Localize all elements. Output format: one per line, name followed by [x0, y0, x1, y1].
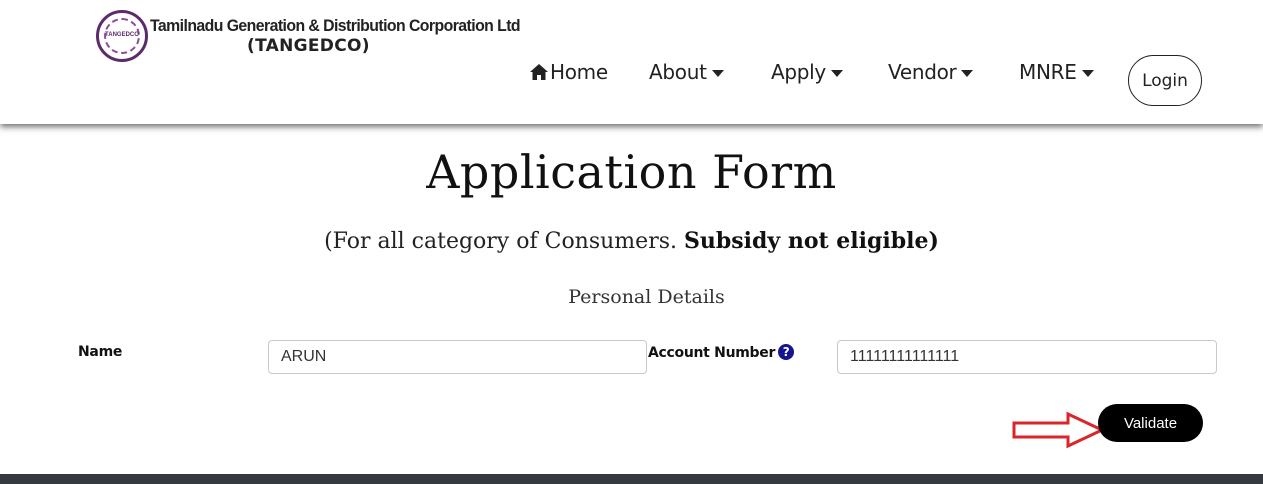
help-icon[interactable]: ? — [778, 344, 795, 360]
subtitle-bold-text: Subsidy not eligible) — [683, 228, 939, 254]
tangedco-logo[interactable]: TANGEDCO — [96, 10, 148, 62]
account-number-input[interactable] — [837, 340, 1217, 374]
footer — [0, 474, 1263, 484]
navbar: TANGEDCO Tamilnadu Generation & Distribu… — [0, 0, 1263, 124]
nav-apply-label: Apply — [771, 60, 826, 84]
red-arrow-icon — [1012, 411, 1106, 449]
account-number-label-text: Account Number — [648, 345, 776, 361]
chevron-down-icon — [961, 70, 974, 77]
nav-mnre-label: MNRE — [1019, 60, 1077, 84]
nav-apply[interactable]: Apply — [771, 60, 843, 84]
page-subtitle: (For all category of Consumers. Subsidy … — [0, 228, 1263, 254]
chevron-down-icon — [830, 70, 843, 77]
nav-mnre[interactable]: MNRE — [1019, 60, 1094, 84]
nav-vendor[interactable]: Vendor — [888, 60, 974, 84]
chevron-down-icon — [1081, 70, 1094, 77]
name-input[interactable] — [268, 340, 647, 374]
login-button[interactable]: Login — [1128, 55, 1202, 106]
nav-about-label: About — [649, 60, 707, 84]
nav-home[interactable]: Home — [529, 60, 608, 84]
brand-name[interactable]: Tamilnadu Generation & Distribution Corp… — [150, 16, 521, 36]
nav-about[interactable]: About — [649, 60, 724, 84]
brand-subtitle[interactable]: (TANGEDCO) — [247, 36, 370, 56]
subtitle-text: (For all category of Consumers. — [324, 229, 684, 254]
logo-text: TANGEDCO — [105, 32, 139, 38]
chevron-down-icon — [711, 70, 724, 77]
nav-vendor-label: Vendor — [888, 60, 957, 84]
validate-button[interactable]: Validate — [1098, 404, 1203, 442]
page-title: Application Form — [426, 145, 837, 199]
nav-home-label: Home — [550, 60, 608, 84]
home-icon — [530, 64, 548, 80]
name-label: Name — [78, 344, 123, 360]
section-heading: Personal Details — [568, 286, 725, 308]
account-number-label: Account Number? — [648, 344, 795, 361]
